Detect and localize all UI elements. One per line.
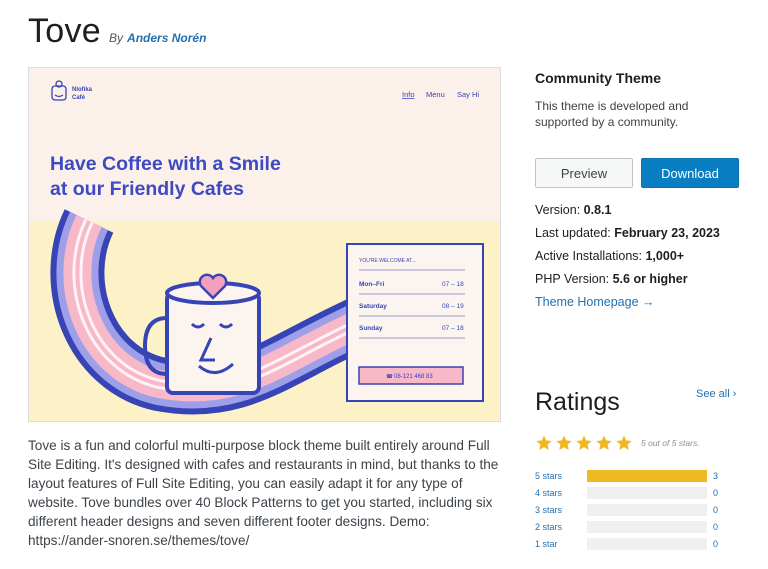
author-link[interactable]: Anders Norén	[127, 31, 206, 45]
hours-card: YOU'RE WELCOME AT... Mon–Fri 07 – 18 Sat…	[346, 243, 484, 402]
php-value: 5.6 or higher	[612, 272, 688, 286]
star-icon	[616, 435, 632, 450]
star-icon	[596, 435, 612, 450]
updated-row: Last updated: February 23, 2023	[535, 226, 755, 240]
brand-line2: Café	[72, 95, 86, 101]
rating-bar	[587, 470, 707, 482]
download-button[interactable]: Download	[641, 158, 739, 188]
php-row: PHP Version: 5.6 or higher	[535, 272, 755, 286]
rating-count: 0	[713, 539, 719, 549]
card-title: YOU'RE WELCOME AT...	[359, 258, 416, 264]
theme-description: Tove is a fun and colorful multi-purpose…	[28, 438, 499, 548]
star-icon	[576, 435, 592, 450]
version-label: Version:	[535, 203, 581, 217]
nav-menu[interactable]: Menu	[426, 90, 445, 99]
community-heading: Community Theme	[535, 70, 662, 86]
rating-row-2[interactable]: 2 stars 0	[535, 520, 725, 534]
rating-row-4[interactable]: 4 stars 0	[535, 486, 725, 500]
nav-say-hi[interactable]: Say Hi	[457, 90, 479, 99]
theme-homepage-link[interactable]: Theme Homepage →	[535, 295, 655, 309]
rating-row-5[interactable]: 5 stars 3	[535, 469, 725, 483]
preview-headline-1: Have Coffee with a Smile	[50, 153, 281, 175]
version-value: 0.8.1	[583, 203, 612, 217]
updated-value: February 23, 2023	[614, 226, 720, 240]
preview-headline-2: at our Friendly Cafes	[50, 178, 244, 200]
rating-row-1[interactable]: 1 star 0	[535, 537, 725, 551]
hours-day-0: Mon–Fri	[359, 281, 384, 288]
community-box: Community Theme This theme is developed …	[535, 67, 745, 130]
rating-bar	[587, 504, 707, 516]
rating-label[interactable]: 4 stars	[535, 488, 587, 498]
see-all-ratings-link[interactable]: See all ›	[696, 388, 736, 400]
rating-label[interactable]: 5 stars	[535, 471, 587, 481]
updated-label: Last updated:	[535, 226, 611, 240]
ratings-heading: Ratings	[535, 388, 620, 416]
rating-summary: 5 out of 5 stars.	[641, 438, 700, 448]
rating-bar	[587, 487, 707, 499]
rating-bar-fill	[587, 470, 707, 482]
rating-count: 0	[713, 488, 719, 498]
theme-title: Tove By Anders Norén	[28, 12, 206, 51]
rating-label[interactable]: 3 stars	[535, 505, 587, 515]
rating-bar	[587, 521, 707, 533]
rating-bar	[587, 538, 707, 550]
phone-number: 08-121 468 83	[394, 374, 433, 380]
star-rating: 5 out of 5 stars.	[535, 434, 700, 452]
rating-label[interactable]: 1 star	[535, 539, 587, 549]
installs-row: Active Installations: 1,000+	[535, 249, 755, 263]
star-icon	[556, 435, 572, 450]
rating-count: 3	[713, 471, 719, 481]
by-label: By	[109, 31, 124, 45]
community-text: This theme is developed and supported by…	[535, 99, 689, 129]
phone-icon: ☎	[386, 373, 394, 380]
brand-line1: Nlofika	[72, 87, 93, 93]
hours-time-0: 07 – 18	[442, 281, 464, 288]
hours-time-1: 08 – 19	[442, 303, 464, 310]
installs-value: 1,000+	[645, 249, 685, 263]
theme-screenshot: Nlofika Café Info Menu Say Hi Have Coffe…	[28, 67, 501, 422]
hours-time-2: 07 – 18	[442, 325, 464, 332]
rating-row-3[interactable]: 3 stars 0	[535, 503, 725, 517]
hours-day-1: Saturday	[359, 303, 387, 310]
php-label: PHP Version:	[535, 272, 610, 286]
nav-info[interactable]: Info	[402, 90, 415, 99]
preview-button[interactable]: Preview	[535, 158, 633, 188]
rating-count: 0	[713, 505, 719, 515]
version-row: Version: 0.8.1	[535, 203, 755, 217]
rating-label[interactable]: 2 stars	[535, 522, 587, 532]
hours-day-2: Sunday	[359, 325, 383, 332]
rating-count: 0	[713, 522, 719, 532]
star-icon	[536, 435, 552, 450]
theme-name: Tove	[28, 12, 102, 50]
homepage-row: Theme Homepage →	[535, 295, 755, 309]
installs-label: Active Installations:	[535, 249, 642, 263]
